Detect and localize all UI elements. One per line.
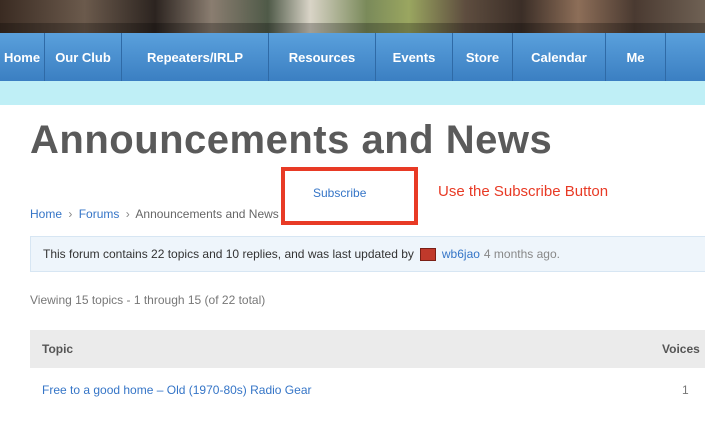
voices-count: 1 — [682, 383, 689, 397]
topic-link[interactable]: Free to a good home – Old (1970-80s) Rad… — [30, 383, 311, 397]
nav-item-resources[interactable]: Resources — [269, 33, 376, 81]
nav-item-store[interactable]: Store — [453, 33, 513, 81]
nav-item-our-club[interactable]: Our Club — [45, 33, 122, 81]
column-header-topic: Topic — [42, 342, 74, 356]
header-photo-banner — [0, 0, 705, 33]
last-updated-user[interactable]: wb6jao — [442, 247, 480, 261]
breadcrumb-home[interactable]: Home — [30, 207, 62, 221]
forum-info-notice: This forum contains 22 topics and 10 rep… — [30, 236, 705, 272]
nav-subbar — [0, 81, 705, 105]
topics-table-header: Topic Voices — [30, 330, 705, 368]
column-header-voices: Voices — [662, 342, 700, 356]
avatar[interactable] — [419, 247, 436, 261]
breadcrumb-separator: › — [68, 207, 73, 221]
annotation-text: Use the Subscribe Button — [438, 183, 609, 200]
nav-item-repeaters-irlp[interactable]: Repeaters/IRLP — [122, 33, 269, 81]
highlight-box — [281, 167, 418, 225]
breadcrumb-current: Announcements and News — [135, 207, 279, 221]
main-nav: Home Our Club Repeaters/IRLP Resources Event… — [0, 33, 705, 81]
nav-item-events[interactable]: Events — [376, 33, 453, 81]
table-row: Free to a good home – Old (1970-80s) Rad… — [30, 370, 705, 410]
breadcrumb: Home › Forums › Announcements and News — [30, 207, 279, 221]
nav-item-calendar[interactable]: Calendar — [513, 33, 606, 81]
page-title: Announcements and News — [30, 118, 553, 162]
breadcrumb-forums[interactable]: Forums — [79, 207, 120, 221]
last-updated-time: 4 months ago. — [483, 247, 560, 261]
breadcrumb-separator: › — [125, 207, 130, 221]
forum-info-text: This forum contains 22 topics and 10 rep… — [43, 247, 414, 261]
pagination-count: Viewing 15 topics - 1 through 15 (of 22 … — [30, 293, 266, 307]
nav-item-home[interactable]: Home — [0, 33, 45, 81]
nav-item-me[interactable]: Me — [606, 33, 666, 81]
